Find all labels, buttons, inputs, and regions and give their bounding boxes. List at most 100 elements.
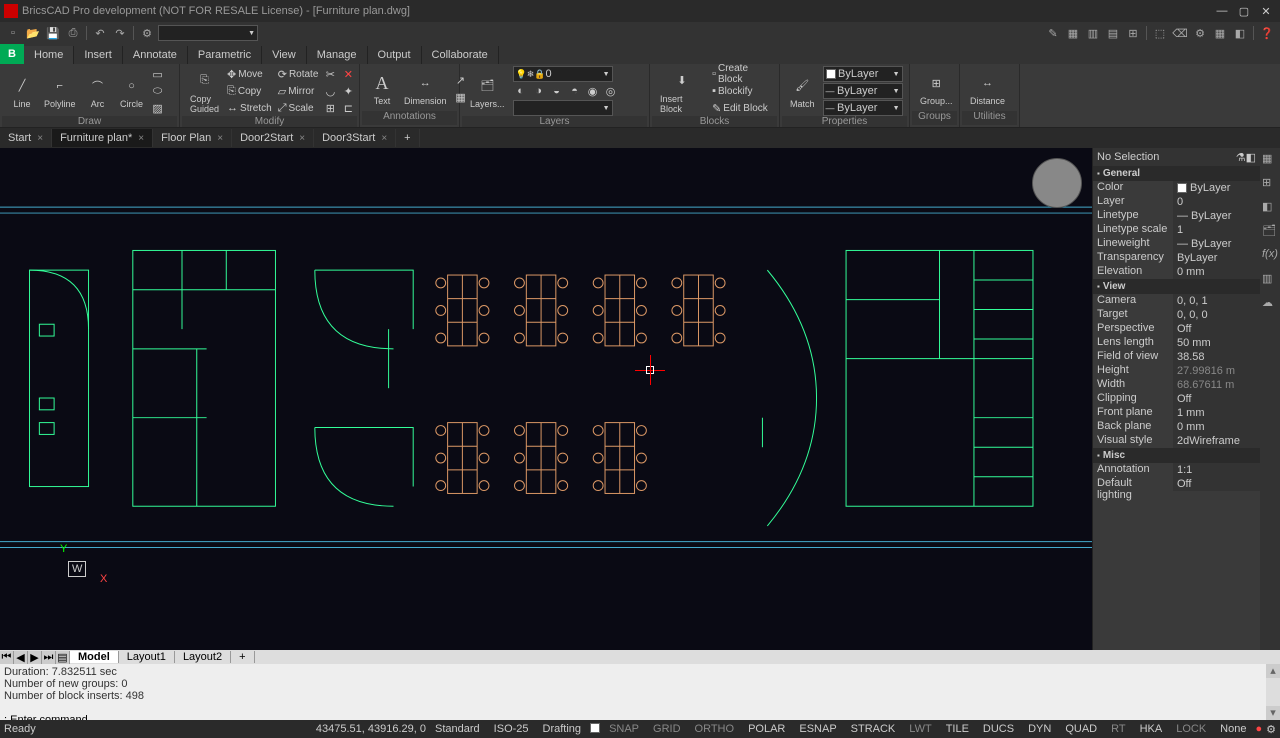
filter-icon[interactable]: ⚗	[1236, 151, 1246, 164]
tool-icon[interactable]: ▥	[1084, 24, 1102, 42]
layout-list-icon[interactable]: ▤	[56, 651, 70, 664]
tab-home[interactable]: Home	[24, 46, 74, 64]
tool-icon[interactable]: ▦	[1211, 24, 1229, 42]
panel-icon[interactable]: ▥	[1262, 272, 1278, 288]
prop-lweight[interactable]: — ByLayer	[1173, 237, 1260, 251]
layer-btn-icon[interactable]: ◑	[531, 83, 547, 99]
status-drafting[interactable]: Drafting	[538, 721, 587, 737]
prop-cat-general[interactable]: General	[1093, 166, 1260, 181]
status-esnap[interactable]: ESNAP	[794, 721, 841, 737]
arc-tool[interactable]: ⌒Arc	[82, 72, 114, 111]
tab-parametric[interactable]: Parametric	[188, 46, 262, 64]
tab-insert[interactable]: Insert	[74, 46, 123, 64]
status-hka[interactable]: HKA	[1135, 721, 1168, 737]
tab-manage[interactable]: Manage	[307, 46, 368, 64]
minimize-button[interactable]: ―	[1212, 3, 1232, 19]
tool-icon[interactable]: ⚙	[1191, 24, 1209, 42]
close-icon[interactable]: ×	[381, 133, 387, 144]
viewcube[interactable]	[1032, 158, 1082, 208]
ellipse-icon[interactable]: ⬭	[150, 83, 166, 99]
toggle-icon[interactable]: ◧	[1246, 151, 1256, 164]
prop-visual[interactable]: 2dWireframe	[1173, 434, 1260, 448]
panel-icon[interactable]: ◧	[1262, 200, 1278, 216]
drawing-canvas[interactable]: YWX	[0, 148, 1092, 650]
prop-persp[interactable]: Off	[1173, 322, 1260, 336]
prop-ltscale[interactable]: 1	[1173, 223, 1260, 237]
trim-icon[interactable]: ✂	[322, 66, 338, 82]
status-polar[interactable]: POLAR	[743, 721, 790, 737]
doctab-door3[interactable]: Door3Start×	[314, 129, 396, 147]
layer-btn-icon[interactable]: ◐	[513, 83, 529, 99]
prop-target[interactable]: 0, 0, 0	[1173, 308, 1260, 322]
print-icon[interactable]: ⎙	[64, 24, 82, 42]
prop-linetype[interactable]: — ByLayer	[1173, 209, 1260, 223]
command-prompt[interactable]: : Enter command	[4, 714, 1276, 720]
scrollbar[interactable]: ▴▾	[1266, 664, 1280, 720]
layer-btn-icon[interactable]: ◒	[549, 83, 565, 99]
layout-first-icon[interactable]: ⏮	[0, 651, 14, 664]
fx-icon[interactable]: f(x)	[1262, 248, 1278, 264]
status-ducs[interactable]: DUCS	[978, 721, 1019, 737]
command-window[interactable]: Duration: 7.832511 sec Number of new gro…	[0, 664, 1280, 720]
tab-output[interactable]: Output	[368, 46, 422, 64]
prop-layer[interactable]: 0	[1173, 195, 1260, 209]
record-icon[interactable]: ●	[1255, 723, 1262, 735]
prop-lens[interactable]: 50 mm	[1173, 336, 1260, 350]
new-icon[interactable]: ▫	[4, 24, 22, 42]
scale-tool[interactable]: ⤢Scale	[276, 100, 321, 116]
prop-transp[interactable]: ByLayer	[1173, 251, 1260, 265]
create-block-tool[interactable]: ▫Create Block	[710, 66, 773, 82]
tool-icon[interactable]: ⊞	[1124, 24, 1142, 42]
panel-icon[interactable]: 🗂	[1262, 224, 1278, 240]
tool-icon[interactable]: ▤	[1104, 24, 1122, 42]
polyline-tool[interactable]: ⌐Polyline	[40, 72, 80, 111]
line-tool[interactable]: ╱Line	[6, 72, 38, 111]
distance-tool[interactable]: ↔Distance	[966, 69, 1009, 108]
erase-icon[interactable]: ✕	[340, 66, 356, 82]
layer-combo[interactable]: 💡❄🔒 0▼	[513, 66, 613, 82]
hatch-icon[interactable]: ▨	[150, 100, 166, 116]
status-snap[interactable]: SNAP	[604, 721, 644, 737]
offset-icon[interactable]: ⊏	[340, 100, 356, 116]
prop-fov[interactable]: 38.58	[1173, 350, 1260, 364]
status-rt[interactable]: RT	[1106, 721, 1130, 737]
tool-icon[interactable]: ✎	[1044, 24, 1062, 42]
lineweight-combo[interactable]: — ByLayer▼	[823, 100, 903, 116]
text-tool[interactable]: AText	[366, 69, 398, 108]
array-icon[interactable]: ⊞	[322, 100, 338, 116]
layout-2[interactable]: Layout2	[175, 651, 231, 663]
undo-icon[interactable]: ↶	[91, 24, 109, 42]
status-dyn[interactable]: DYN	[1023, 721, 1056, 737]
layer-btn-icon[interactable]: ◓	[567, 83, 583, 99]
app-logo-icon[interactable]: B	[0, 44, 24, 64]
tool-icon[interactable]: ▦	[1064, 24, 1082, 42]
help-icon[interactable]: ❓	[1258, 24, 1276, 42]
prop-cat-misc[interactable]: Misc	[1093, 448, 1260, 463]
edit-block-tool[interactable]: ✎Edit Block	[710, 100, 773, 116]
layout-last-icon[interactable]: ⏭	[42, 651, 56, 664]
prop-camera[interactable]: 0, 0, 1	[1173, 294, 1260, 308]
doctab-floorplan[interactable]: Floor Plan×	[153, 129, 232, 147]
fillet-icon[interactable]: ◡	[322, 83, 338, 99]
maximize-button[interactable]: ▢	[1234, 3, 1254, 19]
tool-icon[interactable]: ◧	[1231, 24, 1249, 42]
rect-icon[interactable]: ▭	[150, 66, 166, 82]
layout-add[interactable]: +	[231, 651, 254, 663]
tool-icon[interactable]: ⬚	[1151, 24, 1169, 42]
rotate-tool[interactable]: ⟳Rotate	[276, 66, 321, 82]
status-tile[interactable]: TILE	[941, 721, 974, 737]
status-lock[interactable]: LOCK	[1171, 721, 1211, 737]
prop-width[interactable]: 68.67611 m	[1173, 378, 1260, 392]
status-lwt[interactable]: LWT	[904, 721, 936, 737]
layout-model[interactable]: Model	[70, 651, 119, 663]
match-tool[interactable]: 🖌Match	[786, 72, 819, 111]
status-ortho[interactable]: ORTHO	[690, 721, 740, 737]
color-combo[interactable]: ByLayer▼	[823, 66, 903, 82]
copy-tool[interactable]: ⎘Copy	[225, 83, 274, 99]
workspace-icon[interactable]: ⚙	[138, 24, 156, 42]
cloud-icon[interactable]: ☁	[1262, 296, 1278, 312]
layers-tool[interactable]: 🗂Layers...	[466, 72, 509, 111]
doctab-door2[interactable]: Door2Start×	[232, 129, 314, 147]
settings-icon[interactable]: ⚙	[1266, 723, 1276, 736]
status-quad[interactable]: QUAD	[1060, 721, 1102, 737]
